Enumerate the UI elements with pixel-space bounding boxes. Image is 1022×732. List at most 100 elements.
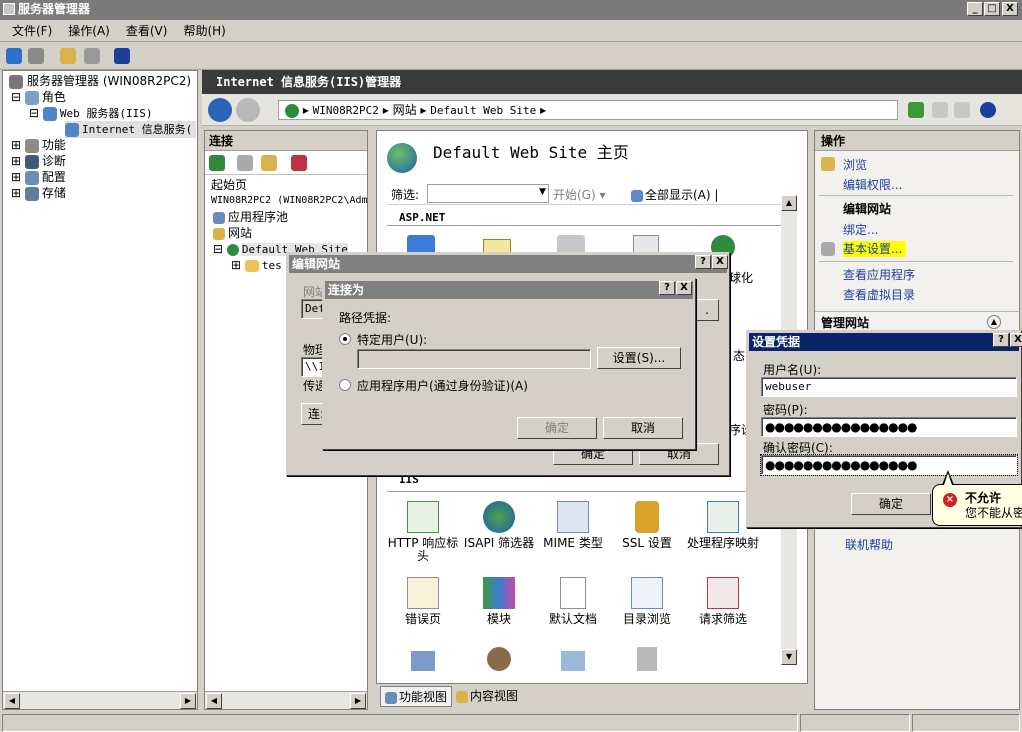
tree-storage[interactable]: ⊞ 存储 [11,185,66,201]
stop-icon[interactable] [932,102,948,118]
menu-help[interactable]: 帮助(H) [175,20,233,42]
tree-config[interactable]: ⊞ 配置 [11,169,66,185]
feature-modules[interactable]: 模块 [463,577,535,626]
specific-user-radio[interactable] [339,333,351,345]
collapse-icon[interactable]: ▲ [987,315,1001,329]
nav-back-icon[interactable] [208,98,232,122]
feature-default-document[interactable]: 默认文档 [537,577,609,626]
edit-site-select-button[interactable]: . [695,299,719,321]
status-cell-2 [800,714,910,732]
tree-roles[interactable]: ⊟ 角色 [11,89,66,105]
up-folder-icon[interactable] [60,48,76,64]
menu-action[interactable]: 操作(A) [60,20,118,42]
lock-icon [635,501,659,533]
edit-site-dialog-title: 编辑网站 [289,255,727,273]
edit-site-close-button[interactable]: X [712,255,728,269]
feature-error-pages[interactable]: 错误页 [387,577,459,626]
error-icon: × [943,493,957,507]
set-credentials-button[interactable]: 设置(S)... [597,347,681,369]
tab-content-view[interactable]: 内容视图 [456,687,518,704]
password-field[interactable]: ●●●●●●●●●●●●●●●● [761,417,1017,437]
feature-ssl[interactable]: SSL 设置 [611,501,683,550]
feature-http-headers[interactable]: HTTP 响应标头 [387,501,459,563]
scroll-left-arrow[interactable]: ◀ [4,693,20,709]
filter-dropdown-icon[interactable]: ▼ [539,187,546,197]
iis-icon [65,122,79,137]
roles-icon [24,90,39,105]
status-cell-3 [912,714,1020,732]
action-browse[interactable]: 浏览 [843,157,867,173]
feature-directory-browsing[interactable]: 目录浏览 [611,577,683,626]
connect-as-help-button[interactable]: ? [659,281,675,295]
action-basic-settings[interactable]: 基本设置... [843,241,907,257]
tree-iis[interactable]: Internet 信息服务( [65,121,197,138]
up-icon[interactable] [261,155,277,171]
conn-app-pools[interactable]: 应用程序池 [213,209,288,225]
disconnect-icon[interactable] [291,155,307,171]
main-scroll-up[interactable]: ▲ [781,195,797,211]
conn-server[interactable]: WIN08R2PC2 (WIN08R2PC2\Adm [211,193,368,209]
view-tabs: 功能视图 内容视图 [376,684,808,707]
maximize-button[interactable]: □ [984,2,1000,16]
address-bar[interactable]: ▸ WIN08R2PC2 ▸ 网站 ▸ Default Web Site ▸ [278,100,898,120]
set-credentials-help-button[interactable]: ? [993,333,1009,347]
feature-request-filtering[interactable]: 请求筛选 [687,577,759,626]
action-view-vdirs[interactable]: 查看虚拟目录 [843,287,915,303]
help-icon[interactable] [114,48,130,64]
address-row: ▸ WIN08R2PC2 ▸ 网站 ▸ Default Web Site ▸ [202,94,1022,126]
window-titlebar: 服务器管理器 _ □ X [0,0,1022,20]
tree-features[interactable]: ⊞ 功能 [11,137,66,153]
action-bindings[interactable]: 绑定... [843,222,878,238]
edit-site-help-button[interactable]: ? [695,255,711,269]
connect-as-close-button[interactable]: X [676,281,692,295]
conn-child-folder[interactable]: ⊞ tes [231,257,282,274]
tree-web-server[interactable]: ⊟ Web 服务器(IIS) [29,105,152,122]
conn-sites[interactable]: 网站 [213,225,252,241]
conn-scroll-left[interactable]: ◀ [206,693,222,709]
back-icon[interactable] [6,48,22,64]
left-hscrollbar[interactable]: ◀ ▶ [3,691,197,709]
features-view-icon [385,691,397,704]
connect-as-cancel-button[interactable]: 取消 [603,417,683,439]
connect-as-ok-button[interactable]: 确定 [517,417,597,439]
filter-input[interactable] [427,184,549,203]
confirm-password-field[interactable]: ●●●●●●●●●●●●●●●● [760,454,1018,476]
site-globe-icon [226,243,239,256]
conn-scroll-right[interactable]: ▶ [350,693,366,709]
tree-diagnostics[interactable]: ⊞ 诊断 [11,153,66,169]
tree-root[interactable]: 服务器管理器 (WIN08R2PC2) [9,73,191,89]
action-edit-permissions[interactable]: 编辑权限... [843,177,902,193]
forward-icon[interactable] [28,48,44,64]
menu-file[interactable]: 文件(F) [4,20,60,42]
go-button[interactable]: 开始(G) ▾ [553,186,606,203]
row3-icon-2 [487,647,511,671]
show-all-button[interactable]: 全部显示(A) | [631,186,718,203]
save-icon[interactable] [237,155,253,171]
minimize-button[interactable]: _ [967,2,983,16]
action-view-applications[interactable]: 查看应用程序 [843,267,915,283]
feature-mime-types[interactable]: MIME 类型 [537,501,609,550]
set-credentials-ok-button[interactable]: 确定 [851,493,931,515]
help-circle-icon[interactable] [980,102,996,118]
tab-features-view[interactable]: 功能视图 [380,686,453,707]
username-field[interactable]: webuser [761,377,1017,397]
close-button[interactable]: X [1002,2,1018,16]
home-icon[interactable] [954,102,970,118]
feature-isapi-filters[interactable]: ISAPI 筛选器 [463,501,535,550]
nav-forward-icon[interactable] [236,98,260,122]
set-credentials-close-button[interactable]: X [1010,333,1022,347]
filter-label: 筛选: [391,188,420,202]
specific-user-field[interactable] [357,349,591,369]
page-title: Default Web Site 主页 [433,143,629,162]
connect-icon[interactable] [209,155,225,171]
app-user-radio[interactable] [339,379,351,391]
action-online-help[interactable]: 联机帮助 [845,537,893,553]
connections-toolbar [205,151,367,175]
show-hide-tree-icon[interactable] [84,48,100,64]
refresh-icon[interactable] [908,102,924,118]
connections-hscrollbar[interactable]: ◀ ▶ [205,691,367,709]
main-scroll-down[interactable]: ▼ [781,649,797,665]
conn-start-page[interactable]: 起始页 [211,177,247,193]
menu-view[interactable]: 查看(V) [118,20,176,42]
scroll-right-arrow[interactable]: ▶ [180,693,196,709]
